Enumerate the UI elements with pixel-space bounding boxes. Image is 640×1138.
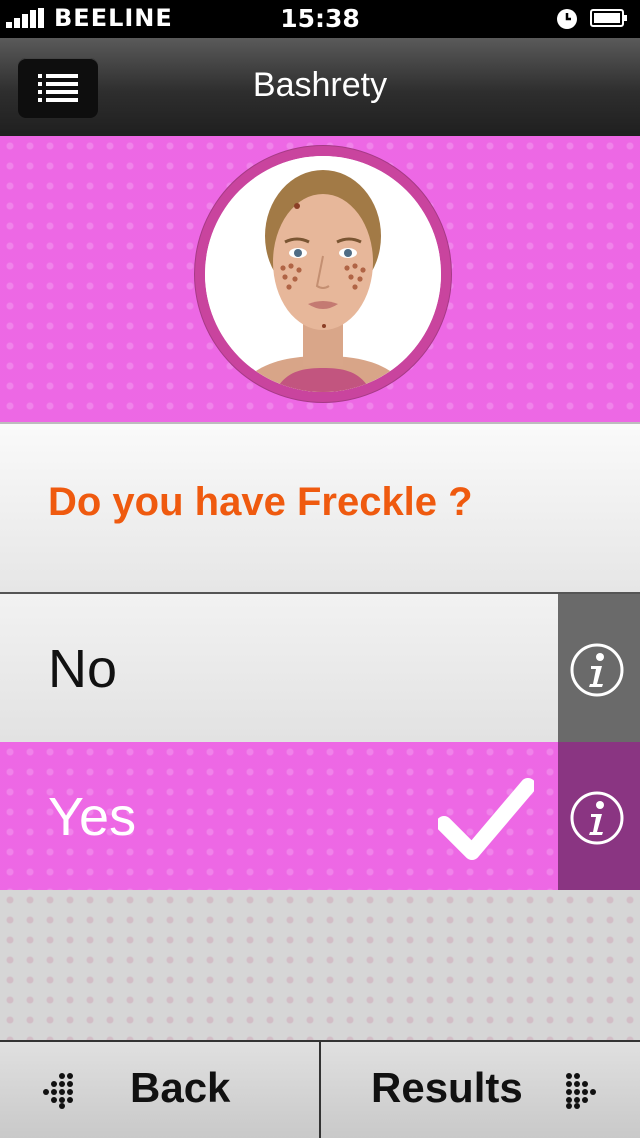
- info-button[interactable]: [558, 594, 640, 742]
- page-title: Bashrety: [252, 66, 388, 104]
- option-yes[interactable]: Yes: [0, 742, 640, 892]
- battery-icon: [590, 9, 627, 27]
- background-area: [0, 890, 640, 1040]
- arrow-right-icon: [566, 1073, 596, 1109]
- portrait-frame: [195, 146, 451, 402]
- info-icon: [570, 791, 624, 845]
- nav-bar: Bashrety: [0, 38, 640, 138]
- arrow-left-icon: [43, 1073, 73, 1109]
- back-button[interactable]: Back: [0, 1042, 321, 1138]
- info-icon: [570, 643, 624, 697]
- results-button[interactable]: Results: [321, 1042, 640, 1138]
- hero-banner: [0, 136, 640, 422]
- alarm-icon: [557, 9, 577, 29]
- info-button[interactable]: [558, 742, 640, 890]
- question-text: Do you have Freckle ?: [48, 480, 473, 524]
- back-label: Back: [130, 1064, 231, 1111]
- option-label: No: [48, 639, 118, 699]
- footer-bar: Back Results: [0, 1040, 640, 1138]
- clock-time: 15:38: [280, 4, 360, 33]
- status-bar: BEELINE 15:38: [0, 0, 640, 38]
- option-label: Yes: [48, 787, 137, 847]
- face-illustration: [205, 156, 441, 392]
- option-no[interactable]: No: [0, 592, 640, 744]
- question-panel: Do you have Freckle ?: [0, 422, 640, 594]
- checkmark-icon: [438, 778, 534, 860]
- results-label: Results: [371, 1064, 523, 1111]
